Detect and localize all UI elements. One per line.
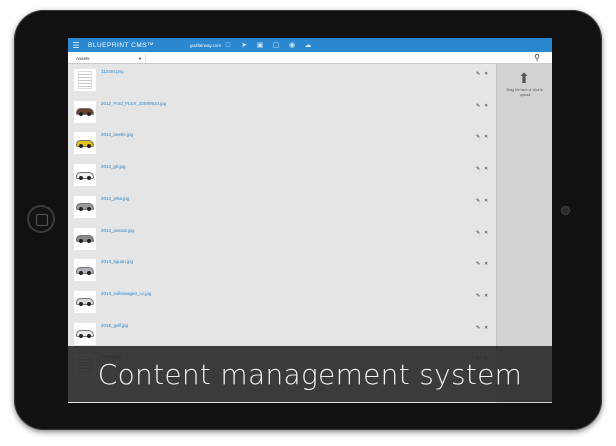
car-icon [76,139,94,148]
pencil-icon[interactable]: ✎ [476,230,480,236]
file-name-link[interactable]: 2014_volkswagen_cc.jpg [101,291,151,296]
pencil-icon[interactable]: ✎ [476,71,480,77]
car-icon [76,298,94,307]
assets-dropdown[interactable]: Assets ▼ [76,54,146,62]
car-icon [76,330,94,339]
file-name-link[interactable]: 2014_beetle.jpg [101,132,133,137]
close-icon[interactable]: ✕ [484,261,488,267]
folder-icon[interactable]: ▢ [268,38,284,52]
pencil-icon[interactable]: ✎ [476,293,480,299]
document-icon[interactable]: □ [220,38,236,52]
file-name-link[interactable]: 2015_golf.jpg [101,323,128,328]
list-item[interactable]: 2014_gti.jpg ✎ ✕ [68,161,494,193]
car-icon [76,108,94,117]
car-icon [76,235,94,243]
thumbnail[interactable] [74,259,96,282]
list-item[interactable]: 2012_Ford_FLEX_32590910.jpg ✎ ✕ [68,98,494,130]
car-icon [76,203,94,212]
assets-dropdown-label: Assets [76,55,90,61]
home-button [27,205,55,233]
tag-icon[interactable]: ➤ [236,38,252,52]
file-name-link[interactable]: 2014_passat.jpg [101,228,134,233]
pencil-icon[interactable]: ✎ [476,198,480,204]
cloud-upload-icon[interactable]: ☁ [300,38,316,52]
camera [562,207,569,214]
thumbnail[interactable] [74,132,96,155]
file-name-link[interactable]: 112SM.png [101,69,124,74]
top-navbar: ☰ BLUEPRINT CMS™ go2fairway.com □ ➤ ▣ ▢ … [68,38,552,52]
thumbnail[interactable] [74,227,96,250]
thumbnail[interactable] [74,164,96,187]
key-icon[interactable]: ⚲ [534,53,540,62]
list-item[interactable]: 2014_tiguan.jpg ✎ ✕ [68,256,494,288]
site-link[interactable]: go2fairway.com [190,43,221,48]
thumbnail[interactable] [74,195,96,218]
thumbnail[interactable] [74,322,96,345]
list-item[interactable]: 2014_jetta.jpg ✎ ✕ [68,193,494,225]
file-name-link[interactable]: 2012_Ford_FLEX_32590910.jpg [101,101,166,106]
pencil-icon[interactable]: ✎ [476,134,480,140]
thumbnail[interactable] [74,290,96,313]
file-name-link[interactable]: 2014_gti.jpg [101,164,126,169]
list-item[interactable]: 112SM.png ✎ ✕ [68,66,494,98]
file-name-link[interactable]: 2014_jetta.jpg [101,196,129,201]
close-icon[interactable]: ✕ [484,71,488,77]
list-item[interactable]: 2014_passat.jpg ✎ ✕ [68,225,494,257]
car-icon [76,171,94,180]
caption-banner: Content management system [68,346,552,402]
car-icon[interactable]: ▣ [252,38,268,52]
caption-text: Content management system [97,357,523,391]
close-icon[interactable]: ✕ [484,325,488,331]
close-icon[interactable]: ✕ [484,103,488,109]
upload-icon[interactable]: ⬆ [515,70,533,86]
close-icon[interactable]: ✕ [484,166,488,172]
document-icon [78,71,92,89]
pencil-icon[interactable]: ✎ [476,325,480,331]
pencil-icon[interactable]: ✎ [476,261,480,267]
pencil-icon[interactable]: ✎ [476,103,480,109]
eye-icon[interactable]: ◉ [284,38,300,52]
close-icon[interactable]: ✕ [484,134,488,140]
thumbnail[interactable] [74,69,96,91]
list-item[interactable]: 2014_beetle.jpg ✎ ✕ [68,129,494,161]
list-item[interactable]: 2014_volkswagen_cc.jpg ✎ ✕ [68,288,494,320]
close-icon[interactable]: ✕ [484,198,488,204]
assets-toolbar: Assets ▼ ⚲ [68,52,552,64]
file-name-link[interactable]: 2014_tiguan.jpg [101,259,133,264]
brand-title: BLUEPRINT CMS™ [88,41,155,49]
close-icon[interactable]: ✕ [484,230,488,236]
pencil-icon[interactable]: ✎ [476,166,480,172]
chevron-down-icon: ▼ [138,55,142,61]
thumbnail[interactable] [74,100,96,123]
close-icon[interactable]: ✕ [484,293,488,299]
car-icon [76,266,94,275]
menu-icon[interactable]: ☰ [68,38,84,52]
upload-hint: Drag file here or click to upload [506,88,544,97]
